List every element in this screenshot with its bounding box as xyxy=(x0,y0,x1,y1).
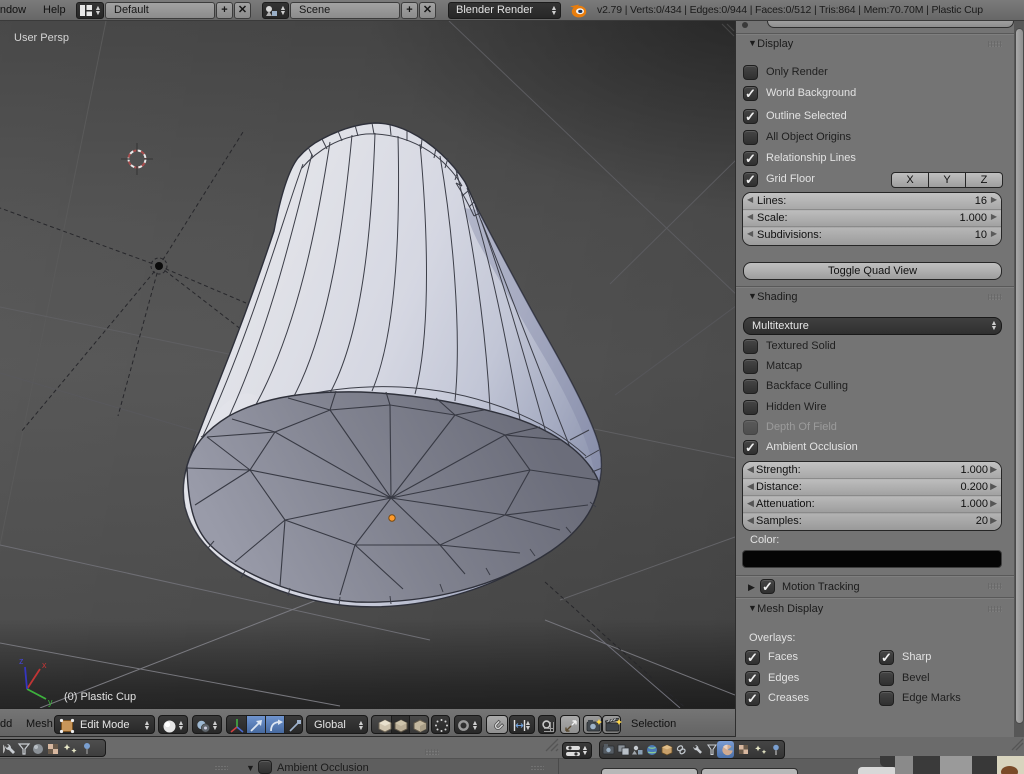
svg-text:x: x xyxy=(42,660,47,670)
svg-text:z: z xyxy=(19,656,24,666)
svg-text:y: y xyxy=(48,697,53,707)
